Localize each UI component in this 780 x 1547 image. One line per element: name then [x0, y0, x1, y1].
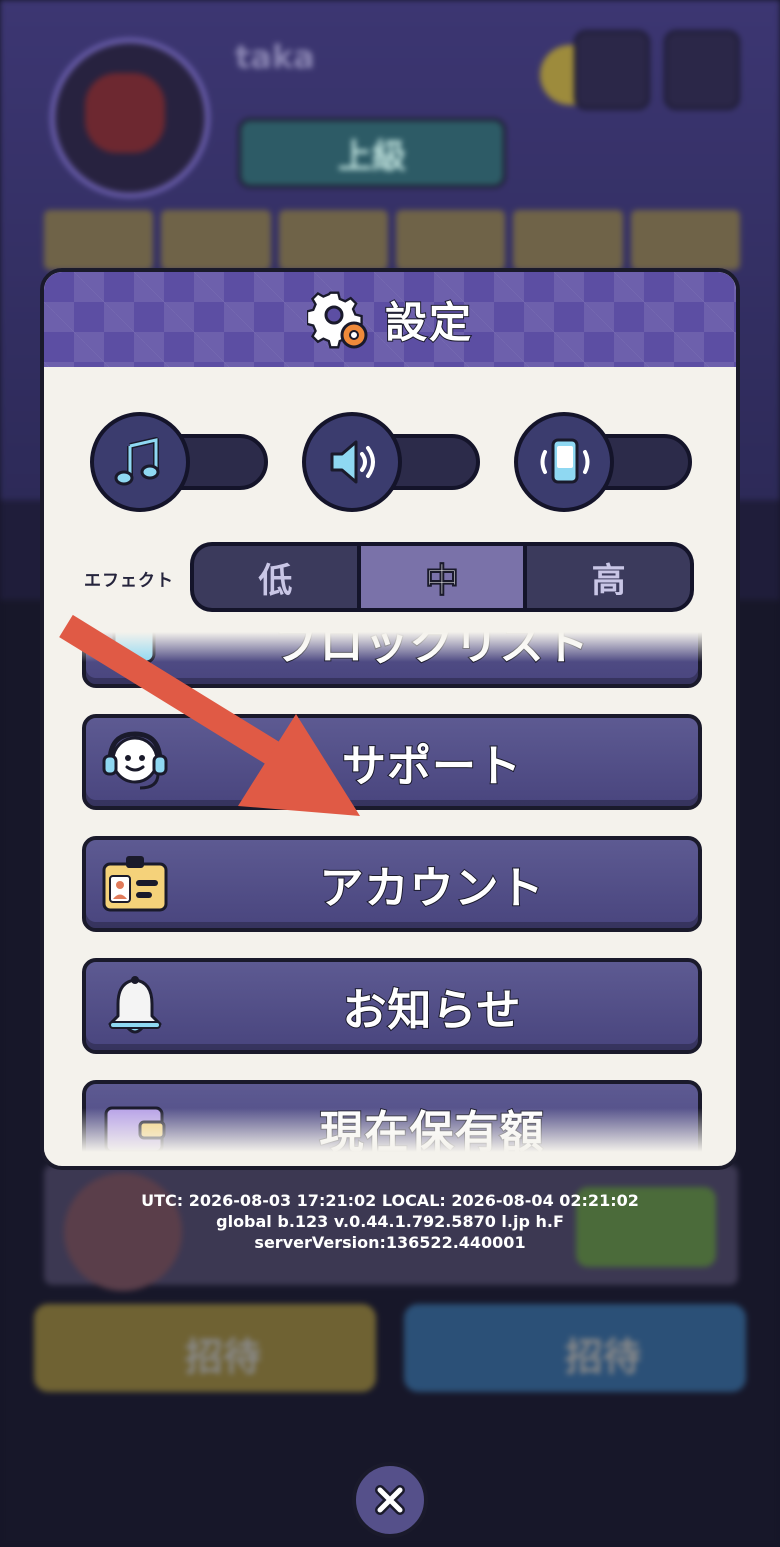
effect-option-high[interactable]: 高 [527, 546, 691, 608]
facebook-invite-label: 招待 [565, 1335, 642, 1379]
version-info: UTC: 2026-08-03 17:21:02 LOCAL: 2026-08-… [0, 1190, 780, 1253]
phone-vibrate-icon[interactable] [514, 412, 614, 512]
effect-label: エフェクト [84, 571, 174, 591]
rank-badge: 上級 [238, 118, 506, 188]
build-info: global b.123 v.0.44.1.792.5870 l.jp h.F [216, 1212, 564, 1231]
background-slot [574, 30, 650, 110]
scroll-fade-bottom [44, 1108, 736, 1152]
player-name: taka [235, 38, 315, 76]
effect-quality-selector: 低 中 高 [190, 542, 694, 612]
player-avatar [50, 38, 210, 198]
support-button[interactable]: サポート [82, 714, 702, 810]
close-icon [375, 1485, 405, 1515]
settings-menu-list[interactable]: ブロックリスト サポート [44, 632, 736, 1152]
dialog-title: 設定 [384, 297, 473, 348]
support-label: サポート [341, 740, 522, 793]
music-note-icon[interactable] [90, 412, 190, 512]
close-button[interactable] [352, 1462, 428, 1538]
background-slot [664, 30, 740, 110]
effect-option-medium[interactable]: 中 [360, 546, 524, 608]
settings-dialog: 設定 エフェクト 低 中 高 サポート アカウント お知らせ [40, 268, 740, 1170]
bell-icon [100, 972, 170, 1042]
effect-option-low[interactable]: 低 [194, 546, 357, 608]
notices-button[interactable]: お知らせ [82, 958, 702, 1054]
notices-label: お知らせ [341, 984, 522, 1037]
sound-effects-slider[interactable] [302, 412, 482, 512]
headset-icon [100, 728, 170, 798]
line-invite-label: 招待 [185, 1335, 262, 1379]
server-version: serverVersion:136522.440001 [254, 1233, 526, 1252]
account-button[interactable]: アカウント [82, 836, 702, 932]
vibration-slider[interactable] [514, 412, 694, 512]
dialog-header: 設定 [44, 272, 736, 367]
account-label: アカウント [319, 862, 545, 915]
gear-icon [305, 288, 371, 352]
time-info: UTC: 2026-08-03 17:21:02 LOCAL: 2026-08-… [141, 1191, 639, 1210]
id-card-icon [100, 850, 170, 920]
speaker-icon[interactable] [302, 412, 402, 512]
background-card-row [44, 210, 740, 270]
bgm-slider[interactable] [90, 412, 270, 512]
scroll-fade-top [44, 632, 736, 662]
